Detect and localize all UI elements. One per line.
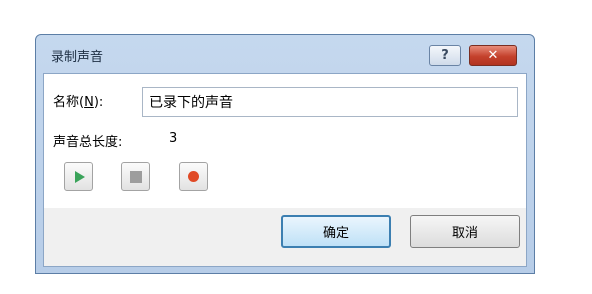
dialog-content: 名称(N): 声音总长度: 3 确定 取消 bbox=[43, 73, 527, 267]
total-length-value: 3 bbox=[169, 131, 178, 146]
dialog-title: 录制声音 bbox=[51, 50, 104, 65]
record-icon bbox=[188, 171, 199, 182]
name-label-suffix: ): bbox=[93, 95, 104, 110]
name-label-accelerator: N bbox=[84, 95, 94, 110]
name-label-prefix: 名称( bbox=[53, 95, 85, 110]
record-button[interactable] bbox=[179, 162, 208, 191]
cancel-button[interactable]: 取消 bbox=[410, 215, 520, 248]
ok-button[interactable]: 确定 bbox=[281, 215, 391, 248]
stop-icon bbox=[130, 171, 142, 183]
total-length-label: 声音总长度: bbox=[53, 135, 123, 150]
title-bar[interactable]: 录制声音 ? ✕ bbox=[36, 35, 534, 73]
stop-button[interactable] bbox=[121, 162, 150, 191]
question-icon: ? bbox=[441, 48, 449, 63]
close-icon: ✕ bbox=[487, 48, 499, 63]
name-input[interactable] bbox=[142, 87, 518, 117]
record-sound-dialog: 录制声音 ? ✕ 名称(N): 声音总长度: 3 确定 取消 bbox=[35, 34, 535, 274]
close-button[interactable]: ✕ bbox=[469, 45, 517, 66]
help-button[interactable]: ? bbox=[429, 45, 461, 66]
name-label: 名称(N): bbox=[53, 91, 103, 110]
play-icon bbox=[75, 171, 85, 183]
play-button[interactable] bbox=[64, 162, 93, 191]
